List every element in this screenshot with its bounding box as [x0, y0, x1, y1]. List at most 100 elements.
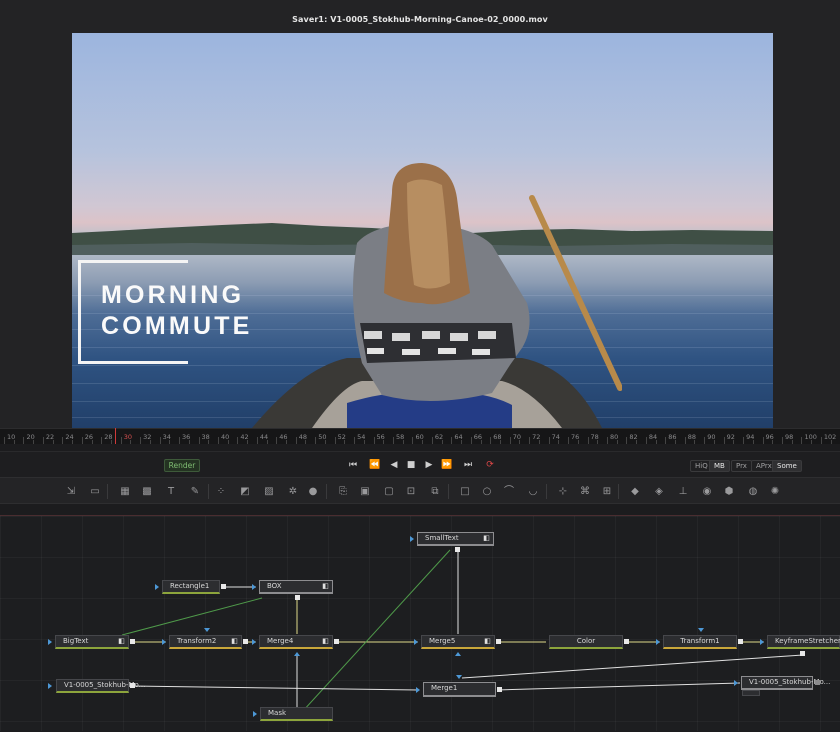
node-merge5[interactable]: Merge5 ◧	[421, 635, 495, 649]
output-port[interactable]	[800, 651, 805, 656]
node-transform2[interactable]: Transform2 ◧	[169, 635, 242, 649]
output-port[interactable]	[496, 639, 501, 644]
output-port[interactable]	[130, 683, 135, 688]
node-view-icon[interactable]: ◧	[482, 534, 491, 543]
node-bigtext[interactable]: BigText ◧	[55, 635, 129, 649]
input-port[interactable]	[48, 639, 52, 645]
timeline-ruler[interactable]: 10 20 22 24 26 28 30 32 34 36 38 40 42 44 46 48 50 52 54 56…	[0, 428, 840, 444]
node-saver[interactable]: V1-0005_Stokhub-Mo...	[741, 676, 830, 690]
loop-icon[interactable]: ⟳	[483, 459, 497, 472]
loader-icon[interactable]: ⇲	[64, 485, 78, 498]
node-editor[interactable]: SmallText ◧ Rectangle1 BOX ◧ BigText ◧ T…	[0, 515, 840, 731]
input-port-top[interactable]	[204, 628, 210, 632]
render-button[interactable]: Render	[164, 459, 200, 472]
output-port[interactable]	[497, 687, 502, 692]
output-port[interactable]	[738, 639, 743, 644]
planar-tracker-icon[interactable]: ⌘	[578, 485, 592, 498]
node-merge1[interactable]: Merge1	[423, 682, 496, 697]
imageplane3d-icon[interactable]: ◈	[652, 485, 666, 498]
viewer-panel[interactable]: Saver1: V1-0005_Stokhub-Morning-Canoe-02…	[0, 0, 840, 428]
mode-mb-button[interactable]: MB	[709, 460, 730, 472]
mode-some-button[interactable]: Some	[772, 460, 802, 472]
particles-icon[interactable]: ⁘	[214, 485, 228, 498]
merge3d-icon[interactable]: ◉	[700, 485, 714, 498]
mask-port[interactable]	[455, 652, 461, 656]
input-port[interactable]	[410, 536, 414, 542]
node-view-icon[interactable]: ◧	[321, 582, 330, 591]
polygon-mask-icon[interactable]: ⌒	[502, 485, 516, 498]
output-port[interactable]	[221, 584, 226, 589]
node-rectangle1[interactable]: Rectangle1	[162, 580, 220, 594]
background-icon[interactable]: ▦	[118, 485, 132, 498]
matte-control-icon[interactable]: ▣	[358, 485, 372, 498]
node-loader[interactable]: V1-0005_Stokhub-Mo...	[56, 679, 145, 693]
resize-icon[interactable]: ⧉	[428, 485, 442, 498]
node-view-icon[interactable]: ◧	[483, 637, 492, 646]
output-port[interactable]	[334, 639, 339, 644]
blur-icon[interactable]: ✲	[286, 485, 300, 498]
input-port[interactable]	[760, 639, 764, 645]
shape3d-icon[interactable]: ◆	[628, 485, 642, 498]
output-port[interactable]	[295, 595, 300, 600]
input-port-top[interactable]	[698, 628, 704, 632]
play-button[interactable]: ▶	[422, 459, 436, 472]
brightness-contrast-icon[interactable]: ◩	[238, 485, 252, 498]
text-icon[interactable]: T	[164, 485, 178, 498]
node-merge4[interactable]: Merge4 ◧	[259, 635, 333, 649]
node-view-icon[interactable]: ◧	[230, 637, 239, 646]
ellipse-mask-icon[interactable]: ○	[480, 485, 494, 498]
node-view-icon[interactable]: ◧	[321, 637, 330, 646]
play-reverse-button[interactable]: ◀	[387, 459, 401, 472]
stop-button[interactable]: ■	[404, 459, 418, 472]
bspline-mask-icon[interactable]: ◡	[526, 485, 540, 498]
output-port[interactable]	[243, 639, 248, 644]
skip-to-end-button[interactable]: ⏭	[461, 459, 475, 472]
input-port[interactable]	[414, 639, 418, 645]
output-port[interactable]	[130, 639, 135, 644]
transform-icon[interactable]: ▢	[382, 485, 396, 498]
node-mask[interactable]: Mask	[260, 707, 333, 721]
crop-icon[interactable]: ⊡	[404, 485, 418, 498]
node-label: Merge4	[267, 637, 294, 645]
input-port[interactable]	[252, 639, 256, 645]
skip-to-start-button[interactable]: ⏮	[346, 459, 360, 472]
text3d-icon[interactable]: ⊥	[676, 485, 690, 498]
input-port-top[interactable]	[456, 675, 462, 679]
ruler-tick-minor	[402, 440, 404, 444]
paint-icon[interactable]: ✎	[188, 485, 202, 498]
node-smalltext[interactable]: SmallText ◧	[417, 532, 494, 546]
tracker-icon[interactable]: ⊹	[556, 485, 570, 498]
viewer-image[interactable]	[72, 33, 773, 428]
input-port[interactable]	[162, 639, 166, 645]
renderer3d-icon[interactable]: ◍	[746, 485, 760, 498]
mode-prx-button[interactable]: Prx	[731, 460, 752, 472]
input-port[interactable]	[252, 584, 256, 590]
mask-port[interactable]	[294, 652, 300, 656]
camera3d-icon[interactable]: ⬢	[722, 485, 736, 498]
node-view-icon[interactable]: ◧	[117, 637, 126, 646]
output-port[interactable]	[815, 680, 820, 685]
playhead[interactable]	[115, 428, 116, 444]
output-port[interactable]	[455, 547, 460, 552]
node-keyframestretcher2[interactable]: KeyframeStretcher2	[767, 635, 840, 649]
delta-keyer-icon[interactable]: ⊞	[600, 485, 614, 498]
input-port[interactable]	[416, 687, 420, 693]
output-port[interactable]	[624, 639, 629, 644]
color-corrector-icon[interactable]: ▨	[262, 485, 276, 498]
spotlight-icon[interactable]: ✺	[768, 485, 782, 498]
input-port[interactable]	[656, 639, 660, 645]
input-port[interactable]	[253, 711, 257, 717]
node-color[interactable]: Color	[549, 635, 623, 649]
glow-icon[interactable]: ●	[306, 485, 320, 498]
fast-noise-icon[interactable]: ▩	[140, 485, 154, 498]
saver-icon[interactable]: ▭	[88, 485, 102, 498]
input-port[interactable]	[734, 680, 738, 686]
step-back-button[interactable]: ⏪	[368, 459, 382, 472]
input-port[interactable]	[155, 584, 159, 590]
rectangle-mask-icon[interactable]: □	[458, 485, 472, 498]
merge-icon[interactable]: ⎘	[336, 485, 350, 498]
node-box[interactable]: BOX ◧	[259, 580, 333, 594]
step-forward-button[interactable]: ⏩	[440, 459, 454, 472]
input-port[interactable]	[48, 683, 52, 689]
node-transform1[interactable]: Transform1	[663, 635, 737, 649]
